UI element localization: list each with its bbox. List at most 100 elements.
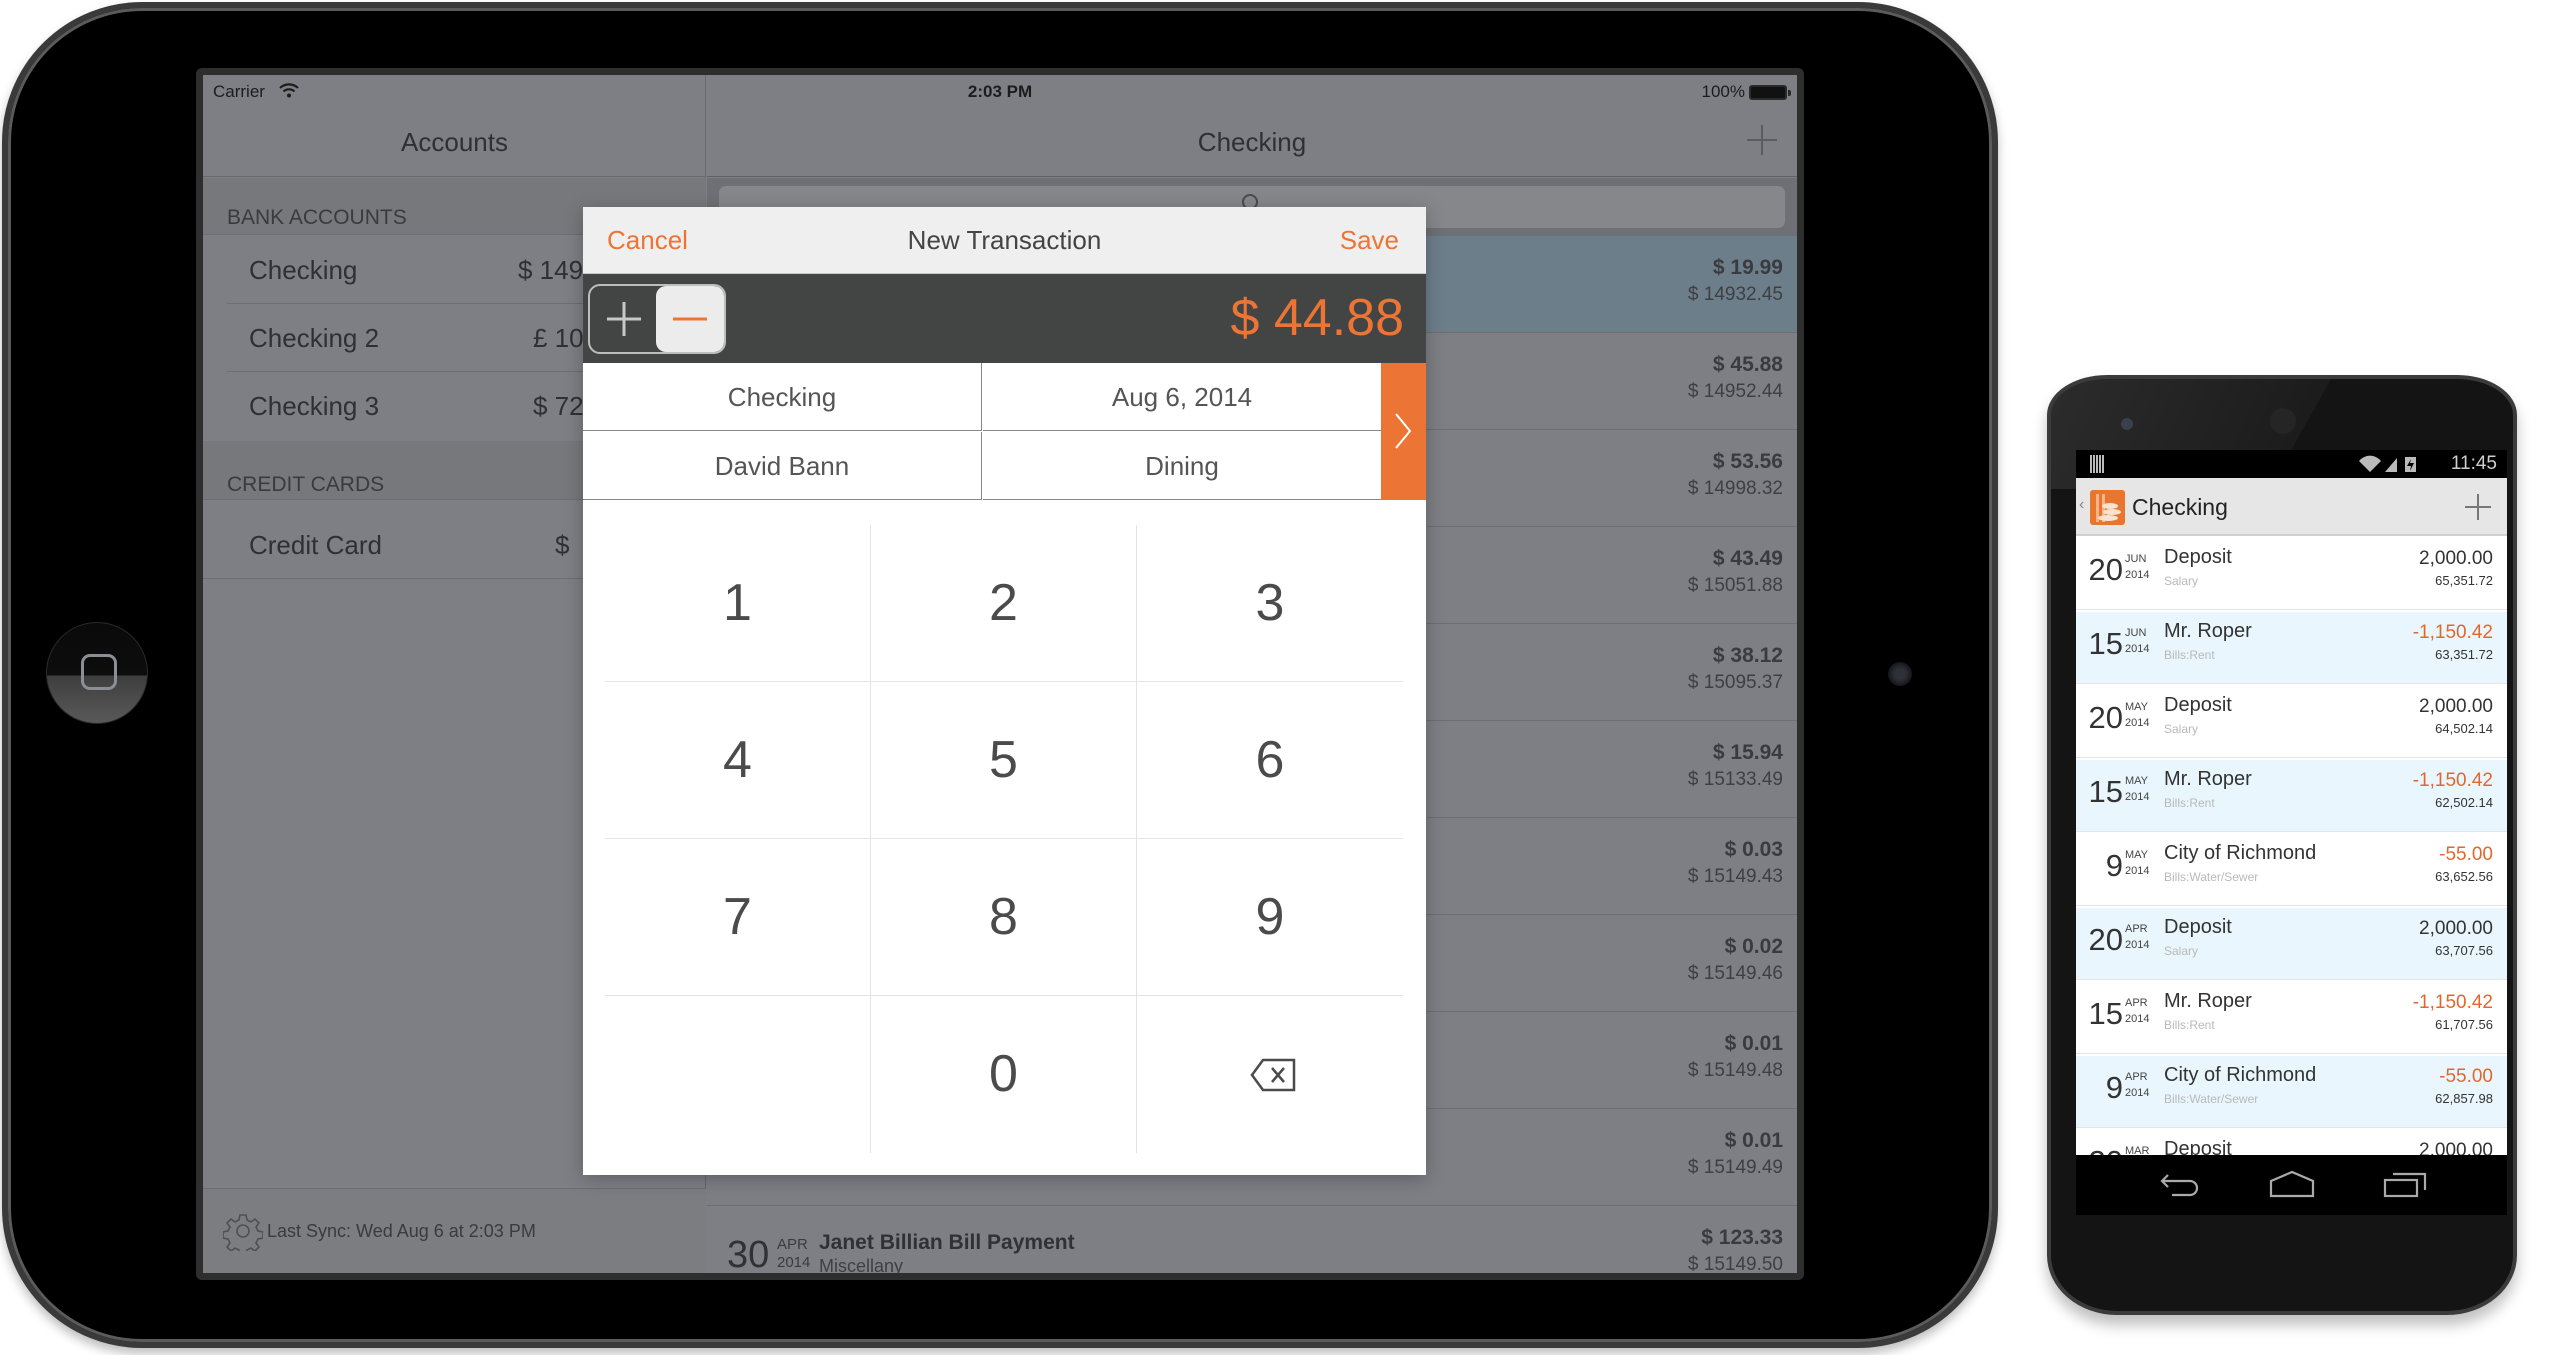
transaction-category: Bills:Rent — [2164, 796, 2215, 810]
transaction-amount: $ 0.01 — [1724, 1129, 1783, 1152]
cancel-button[interactable]: Cancel — [607, 207, 688, 274]
transaction-amount: -1,150.42 — [2412, 992, 2493, 1013]
android-nav-bar — [2076, 1155, 2507, 1215]
transaction-row[interactable]: 9 APR 2014 City of Richmond Bills:Water/Sewe… — [2076, 1056, 2507, 1128]
transaction-balance: 63,652.56 — [2435, 869, 2493, 884]
date-field[interactable]: Aug 6, 2014 — [983, 363, 1381, 431]
transaction-category: Salary — [2164, 574, 2199, 588]
transaction-row[interactable]: 15 JUN 2014 Mr. Roper Bills:Rent -1,150.42 63,… — [2076, 612, 2507, 684]
key-3[interactable]: 3 — [1137, 525, 1403, 682]
transaction-amount: $ 0.01 — [1724, 1032, 1783, 1055]
transaction-balance: $ 15095.37 — [1687, 672, 1783, 693]
transaction-day: 15 — [2088, 774, 2123, 809]
key-1[interactable]: 1 — [605, 525, 871, 682]
transaction-year: 2014 — [2125, 643, 2150, 655]
transaction-amount: 2,000.00 — [2419, 918, 2493, 939]
backspace-key[interactable] — [1137, 996, 1403, 1153]
gear-icon[interactable] — [223, 1211, 263, 1251]
transaction-row[interactable]: 15 APR 2014 Mr. Roper Bills:Rent -1,150.42 61,… — [2076, 982, 2507, 1054]
transaction-amount: -55.00 — [2439, 844, 2493, 865]
transaction-balance: $ 14952.44 — [1687, 381, 1783, 402]
android-title: Checking — [2132, 494, 2228, 520]
payee-field[interactable]: David Bann — [583, 432, 982, 500]
ipad-camera — [1888, 662, 1912, 686]
account-balance: $ 72 — [533, 391, 584, 421]
plus-icon[interactable] — [2463, 492, 2493, 522]
ipad-home-button[interactable] — [46, 622, 148, 724]
transaction-balance: $ 15149.48 — [1687, 1060, 1783, 1081]
plus-sign-button[interactable] — [590, 286, 658, 352]
transaction-month: APR — [2125, 923, 2148, 935]
home-icon[interactable] — [2269, 1169, 2315, 1199]
transaction-row[interactable]: 30 APR 2014 Janet Billian Bill Payment M… — [707, 1206, 1797, 1273]
transaction-year: 2014 — [2125, 569, 2150, 581]
android-screen: 11:45 ‹ Checking 20 JUN 2014 Deposit Salary 2… — [2076, 450, 2507, 1215]
transaction-amount: -55.00 — [2439, 1066, 2493, 1087]
account-balance: $ 149 — [518, 255, 584, 285]
key-2[interactable]: 2 — [871, 525, 1137, 682]
transaction-category: Bills:Water/Sewer — [2164, 1092, 2259, 1106]
sign-toggle[interactable] — [588, 284, 726, 354]
key-9[interactable]: 9 — [1137, 839, 1403, 996]
transaction-month: APR — [2125, 1071, 2148, 1083]
transaction-amount: 2,000.00 — [2419, 696, 2493, 717]
key-empty — [605, 996, 871, 1153]
recents-icon[interactable] — [2382, 1169, 2428, 1199]
transaction-amount: $ 123.33 — [1701, 1226, 1783, 1249]
transaction-amount: $ 45.88 — [1712, 353, 1783, 376]
transaction-payee: Mr. Roper — [2164, 990, 2252, 1012]
account-name: Checking — [249, 255, 358, 285]
account-field[interactable]: Checking — [583, 363, 982, 431]
more-details-button[interactable] — [1381, 363, 1426, 500]
transaction-day: 15 — [2088, 996, 2123, 1031]
transaction-payee: Janet Billian Bill Payment — [819, 1231, 1075, 1254]
transaction-row[interactable]: 20 JUN 2014 Deposit Salary 2,000.00 65,351.72 — [2076, 538, 2507, 610]
transaction-row[interactable]: 15 MAY 2014 Mr. Roper Bills:Rent -1,150.42 62,… — [2076, 760, 2507, 832]
account-balance: £ 10 — [533, 323, 584, 353]
transaction-category: Bills:Water/Sewer — [2164, 870, 2259, 884]
home-square-icon — [81, 654, 117, 690]
transaction-day: 15 — [2088, 626, 2123, 661]
transaction-month: MAY — [2125, 775, 2149, 787]
plus-icon[interactable] — [1745, 123, 1779, 157]
transaction-payee: City of Richmond — [2164, 1064, 2317, 1086]
main-title: Checking — [707, 108, 1797, 177]
key-5[interactable]: 5 — [871, 682, 1137, 839]
save-button[interactable]: Save — [1340, 207, 1399, 274]
transaction-month: JUN — [2125, 627, 2147, 639]
key-6[interactable]: 6 — [1137, 682, 1403, 839]
transaction-day: 30 — [727, 1234, 770, 1273]
category-field[interactable]: Dining — [983, 432, 1381, 500]
transaction-amount: -1,150.42 — [2412, 622, 2493, 643]
transaction-balance: $ 15133.49 — [1687, 769, 1783, 790]
transaction-balance: 63,351.72 — [2435, 647, 2493, 662]
key-4[interactable]: 4 — [605, 682, 871, 839]
chevron-right-icon — [1395, 413, 1412, 449]
transaction-payee: Deposit — [2164, 694, 2232, 716]
minus-sign-button[interactable] — [656, 286, 724, 352]
transaction-payee: Deposit — [2164, 916, 2232, 938]
sidebar-title: Accounts — [203, 108, 706, 177]
transaction-day: 9 — [2105, 848, 2123, 883]
android-action-bar: ‹ Checking — [2076, 478, 2507, 536]
keypad: 1 2 3 4 5 6 7 8 9 0 — [605, 525, 1404, 1155]
transaction-row[interactable]: 9 MAY 2014 City of Richmond Bills:Water/Sewe… — [2076, 834, 2507, 906]
back-icon[interactable] — [2158, 1169, 2204, 1199]
transaction-year: 2014 — [2125, 865, 2150, 877]
up-caret-icon[interactable]: ‹ — [2079, 496, 2084, 514]
transaction-row[interactable]: 20 MAY 2014 Deposit Salary 2,000.00 64,502.14 — [2076, 686, 2507, 758]
account-balance: $ — [555, 530, 570, 560]
transaction-amount: $ 0.02 — [1724, 935, 1783, 958]
transaction-row[interactable]: 20 APR 2014 Deposit Salary 2,000.00 63,707.56 — [2076, 908, 2507, 980]
key-7[interactable]: 7 — [605, 839, 871, 996]
key-0[interactable]: 0 — [871, 996, 1137, 1153]
transaction-month: JUN — [2125, 553, 2147, 565]
transaction-amount: $ 43.49 — [1712, 547, 1783, 570]
key-8[interactable]: 8 — [871, 839, 1137, 996]
transaction-month: APR — [2125, 997, 2148, 1009]
coins-icon — [2096, 494, 2121, 522]
transaction-month: MAY — [2125, 701, 2149, 713]
transaction-category: Bills:Rent — [2164, 648, 2215, 662]
notification-icon — [2090, 455, 2104, 473]
app-logo[interactable] — [2090, 490, 2125, 525]
